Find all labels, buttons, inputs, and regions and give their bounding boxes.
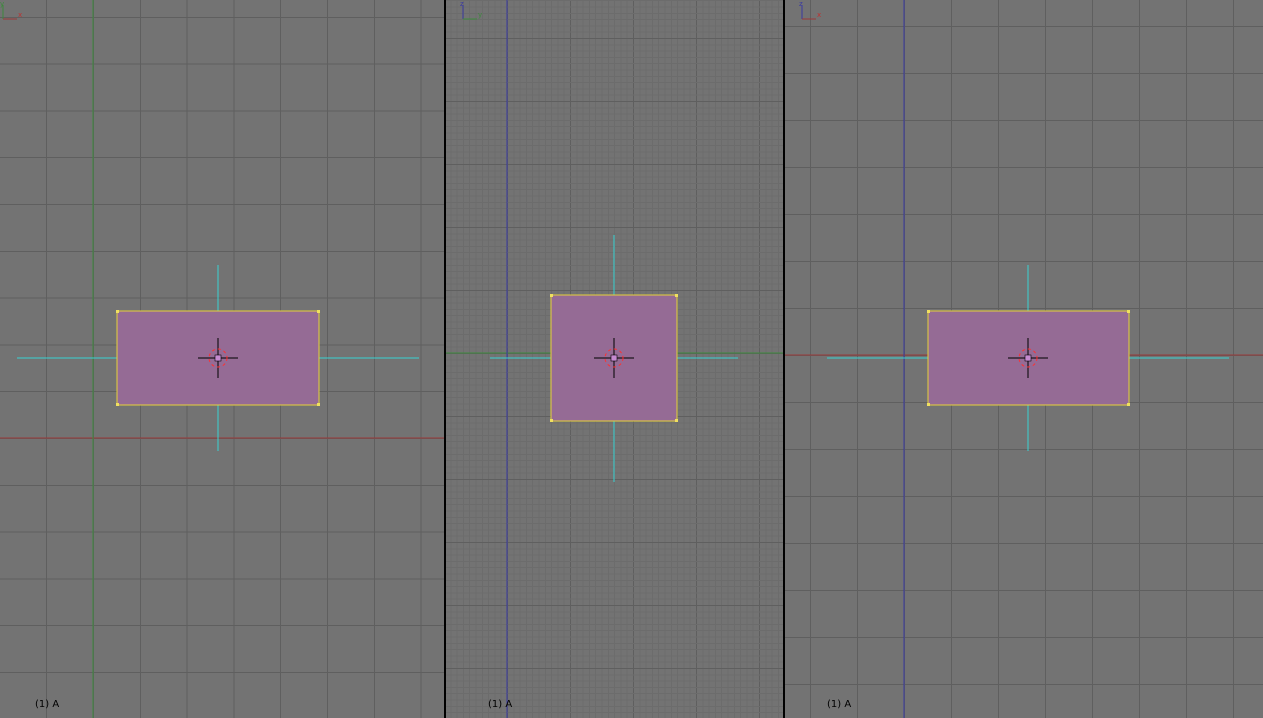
svg-text:z: z xyxy=(460,0,464,8)
viewport-object-label: (1) A xyxy=(827,699,852,710)
svg-text:y: y xyxy=(478,11,482,19)
svg-text:x: x xyxy=(18,11,22,19)
viewport-object-label: (1) A xyxy=(488,699,513,710)
viewport-side[interactable]: z y (1) A xyxy=(446,0,783,718)
viewport-object-label: (1) A xyxy=(35,699,60,710)
svg-text:y: y xyxy=(0,0,4,8)
viewport-front-canvas[interactable] xyxy=(0,0,444,718)
viewport-top-canvas[interactable] xyxy=(785,0,1263,718)
svg-text:z: z xyxy=(799,0,803,8)
axis-gizmo-icon: z y xyxy=(460,0,482,20)
viewport-front[interactable]: y x (1) A xyxy=(0,0,444,718)
axis-gizmo-icon: z x xyxy=(799,0,821,20)
axis-gizmo-icon: y x xyxy=(0,0,22,20)
viewport-top[interactable]: z x (1) A xyxy=(785,0,1263,718)
svg-text:x: x xyxy=(817,11,821,19)
viewport-side-canvas[interactable] xyxy=(446,0,783,718)
